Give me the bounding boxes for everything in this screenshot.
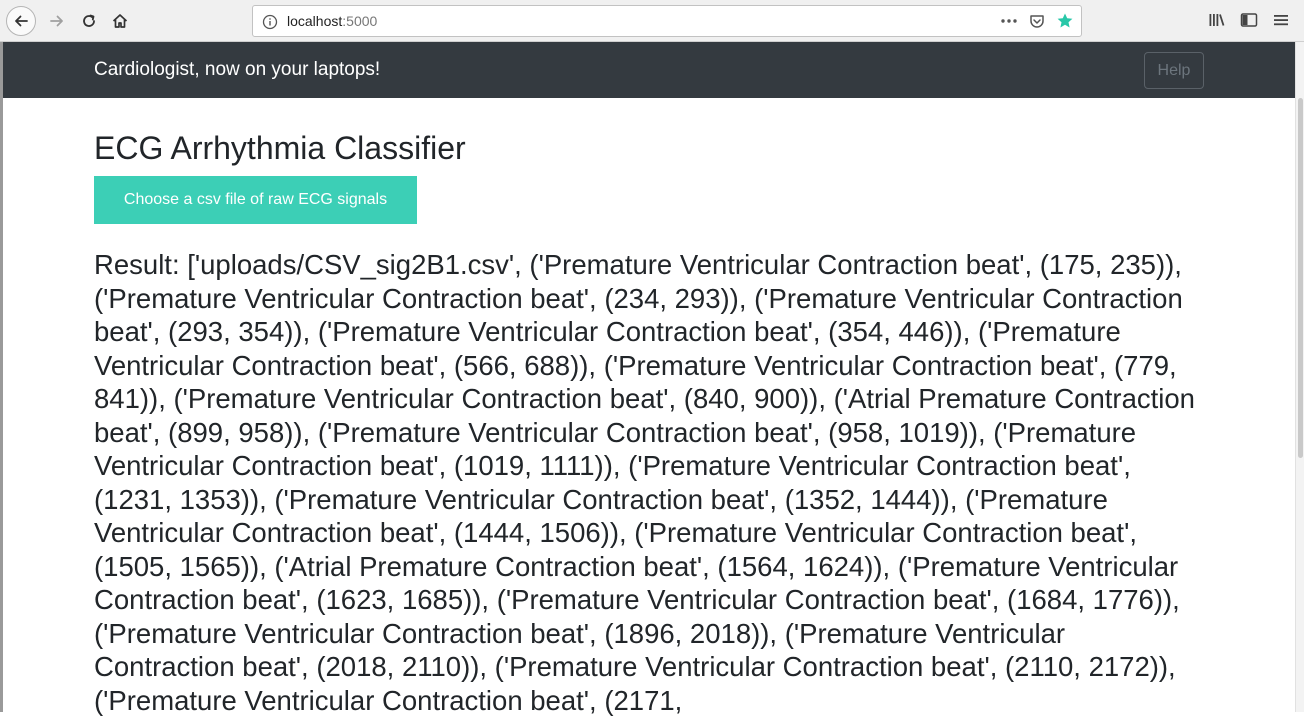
sidebar-icon bbox=[1240, 13, 1258, 27]
bookmark-button[interactable] bbox=[1055, 11, 1075, 31]
sidebar-button[interactable] bbox=[1238, 9, 1260, 31]
choose-file-button[interactable]: Choose a csv file of raw ECG signals bbox=[94, 176, 417, 224]
page-actions-button[interactable] bbox=[999, 11, 1019, 31]
site-info-button[interactable] bbox=[261, 13, 279, 31]
result-text: Result: ['uploads/CSV_sig2B1.csv', ('Pre… bbox=[94, 249, 1195, 716]
browser-tools bbox=[1206, 9, 1292, 31]
reload-icon bbox=[83, 14, 95, 27]
page-title: ECG Arrhythmia Classifier bbox=[94, 130, 466, 166]
menu-icon bbox=[1274, 15, 1288, 26]
arrow-right-icon bbox=[50, 15, 63, 27]
back-button[interactable] bbox=[6, 6, 36, 36]
help-button[interactable]: Help bbox=[1144, 52, 1204, 89]
pocket-button[interactable] bbox=[1027, 11, 1047, 31]
page-scrollbar[interactable] bbox=[1295, 42, 1304, 712]
menu-button[interactable] bbox=[1270, 9, 1292, 31]
more-horizontal-icon bbox=[1001, 19, 1017, 23]
url-actions bbox=[999, 11, 1075, 31]
library-button[interactable] bbox=[1206, 9, 1228, 31]
url-host: localhost bbox=[287, 13, 343, 29]
navbar: Cardiologist, now on your laptops! Help bbox=[3, 42, 1295, 98]
reload-button[interactable] bbox=[74, 6, 104, 36]
browser-toolbar: localhost:5000 bbox=[0, 0, 1304, 42]
pocket-icon bbox=[1030, 15, 1044, 28]
info-icon bbox=[262, 14, 278, 30]
library-icon bbox=[1209, 14, 1225, 26]
url-text[interactable]: localhost:5000 bbox=[287, 13, 377, 29]
forward-button[interactable] bbox=[42, 6, 72, 36]
page-content: Cardiologist, now on your laptops! Help … bbox=[3, 42, 1295, 716]
url-bar[interactable]: localhost:5000 bbox=[252, 5, 1082, 37]
navbar-brand[interactable]: Cardiologist, now on your laptops! bbox=[94, 59, 380, 81]
home-icon bbox=[112, 14, 128, 28]
home-button[interactable] bbox=[105, 6, 135, 36]
scrollbar-thumb[interactable] bbox=[1298, 98, 1303, 458]
arrow-left-icon bbox=[15, 15, 28, 27]
star-icon bbox=[1057, 13, 1073, 28]
url-port: :5000 bbox=[342, 13, 378, 29]
